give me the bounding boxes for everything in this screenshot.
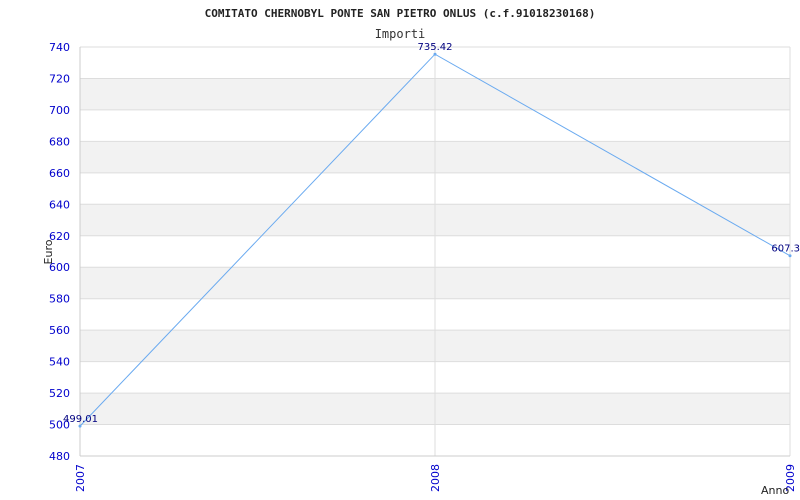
- y-tick-label: 560: [49, 324, 70, 337]
- y-tick-label: 640: [49, 198, 70, 211]
- x-tick-labels: 2007 2008 2009: [74, 464, 797, 492]
- x-tick-label: 2007: [74, 464, 87, 492]
- data-label: 499.01: [63, 414, 98, 425]
- x-axis-title: Anno: [761, 484, 789, 497]
- x-tick-label: 2008: [429, 464, 442, 492]
- line-chart: 4805005205405605806006206406606807007207…: [42, 7, 800, 497]
- y-axis-title: Euro: [42, 239, 55, 264]
- y-tick-label: 740: [49, 41, 70, 54]
- y-tick-label: 580: [49, 293, 70, 306]
- data-label: 607.3: [771, 244, 800, 255]
- chart-subtitle: Importi: [375, 27, 426, 41]
- y-tick-label: 720: [49, 72, 70, 85]
- y-tick-label: 520: [49, 387, 70, 400]
- y-tick-label: 480: [49, 450, 70, 463]
- y-tick-label: 680: [49, 135, 70, 148]
- y-tick-label: 700: [49, 104, 70, 117]
- y-tick-label: 540: [49, 356, 70, 369]
- y-tick-label: 660: [49, 167, 70, 180]
- chart-title: COMITATO CHERNOBYL PONTE SAN PIETRO ONLU…: [205, 7, 596, 20]
- data-label: 735.42: [418, 42, 453, 53]
